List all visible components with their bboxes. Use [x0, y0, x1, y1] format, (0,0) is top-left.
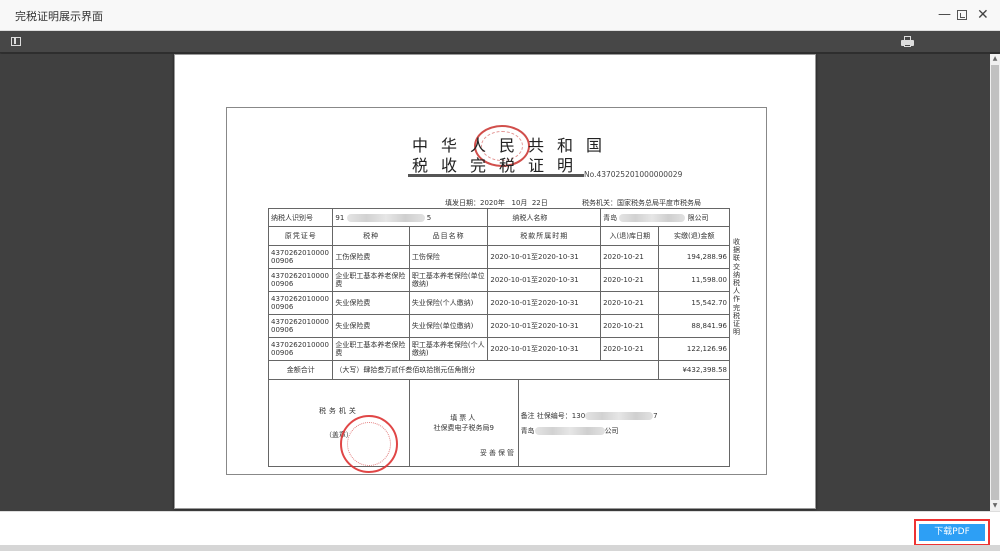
period-cell: 2020-10-01至2020-10-31	[487, 337, 602, 361]
tax-table: 纳税人识别号 91 5 纳税人名称 青岛 限公司 原凭证号 税种 品目名称 税款…	[267, 208, 731, 467]
item-cell: 失业保险(单位缴纳)	[408, 314, 489, 338]
table-row: 437026201000000906 企业职工基本养老保险费 职工基本养老保险(…	[267, 337, 730, 361]
remark-cell: 备注 社保编号：130 7 青岛 公司	[517, 379, 731, 467]
print-icon[interactable]	[901, 36, 914, 48]
period-cell: 2020-10-01至2020-10-31	[487, 291, 602, 315]
total-amount: ¥432,398.58	[658, 360, 730, 380]
col-amount: 实缴(退)金额	[658, 226, 730, 246]
tax-certificate: 中华人民共和国 税收完税证明 No.437025201000000029 填发日…	[226, 107, 767, 475]
col-tax-type: 税种	[332, 226, 410, 246]
tax-office-seal-stamp	[340, 415, 398, 473]
period-cell: 2020-10-01至2020-10-31	[487, 245, 602, 269]
tax-type-cell: 企业职工基本养老保险费	[332, 268, 410, 292]
fill-date: 填发日期：2020年 10月 22日	[445, 199, 548, 207]
date-cell: 2020-10-21	[600, 337, 660, 361]
item-cell: 职工基本养老保险(单位缴纳)	[408, 268, 489, 292]
download-pdf-button[interactable]: 下载PDF	[919, 524, 985, 541]
item-cell: 失业保险(个人缴纳)	[408, 291, 489, 315]
table-row: 437026201000000906 失业保险费 失业保险(个人缴纳) 2020…	[267, 291, 730, 315]
redacted-block	[534, 426, 605, 435]
amount-cell: 194,288.96	[658, 245, 730, 269]
redacted-block	[619, 213, 686, 222]
table-row: 437026201000000906 企业职工基本养老保险费 职工基本养老保险(…	[267, 268, 730, 292]
pdf-viewer: 中华人民共和国 税收完税证明 No.437025201000000029 填发日…	[0, 31, 1000, 511]
item-cell: 职工基本养老保险(个人缴纳)	[408, 337, 489, 361]
voucher-cell: 437026201000000906	[267, 314, 334, 338]
taxpayer-row: 纳税人识别号 91 5 纳税人名称 青岛 限公司	[267, 208, 730, 227]
date-cell: 2020-10-21	[600, 245, 660, 269]
certificate-viewer-window: 完税证明展示界面 — ✕ 中华人民共和国 税收完税证明 No.437025201…	[0, 0, 1000, 551]
scroll-down-icon[interactable]: ▼	[990, 501, 1000, 511]
window-bottom-edge	[0, 545, 1000, 551]
col-period: 税款所属时期	[487, 226, 602, 246]
certificate-heading-line2: 税收完税证明	[412, 156, 587, 175]
voucher-cell: 437026201000000906	[267, 268, 334, 292]
title-bar: 完税证明展示界面 — ✕	[0, 0, 1000, 31]
remark-line1: 备注 社保编号：130 7	[520, 411, 658, 420]
item-cell: 工伤保险	[408, 245, 489, 269]
scrollbar-thumb[interactable]	[991, 65, 999, 500]
taxpayer-name-label: 纳税人名称	[487, 208, 602, 227]
maximize-icon[interactable]	[957, 6, 967, 24]
col-voucher: 原凭证号	[267, 226, 334, 246]
tax-office: 税务机关：国家税务总局平度市税务局	[582, 199, 701, 207]
tax-office-seal-label: 税务机关	[318, 407, 359, 415]
redacted-block	[585, 411, 654, 420]
total-label: 金额合计	[267, 360, 334, 380]
viewer-toolbar	[0, 31, 1000, 53]
pdf-page: 中华人民共和国 税收完税证明 No.437025201000000029 填发日…	[174, 54, 816, 509]
tax-type-cell: 企业职工基本养老保险费	[332, 337, 410, 361]
document-scroll-area[interactable]: 中华人民共和国 税收完税证明 No.437025201000000029 填发日…	[0, 54, 990, 511]
taxpayer-name-value: 青岛 限公司	[600, 208, 730, 227]
total-row: 金额合计 （大写）肆拾叁万贰仟叁佰玖拾捌元伍角捌分 ¥432,398.58	[267, 360, 730, 380]
vertical-scrollbar[interactable]: ▲ ▼	[990, 54, 1000, 511]
taxpayer-id-value: 91 5	[332, 208, 489, 227]
certificate-number: No.437025201000000029	[584, 170, 683, 179]
remark-line2: 青岛 公司	[520, 426, 619, 435]
voucher-cell: 437026201000000906	[267, 337, 334, 361]
period-cell: 2020-10-01至2020-10-31	[487, 314, 602, 338]
window-title: 完税证明展示界面	[15, 10, 103, 23]
col-date: 入(退)库日期	[600, 226, 660, 246]
minimize-icon[interactable]: —	[938, 6, 951, 24]
filler-value: 社保费电子税务局9	[433, 424, 494, 432]
taxpayer-id-label: 纳税人识别号	[267, 208, 334, 227]
date-cell: 2020-10-21	[600, 268, 660, 292]
table-row: 437026201000000906 工伤保险费 工伤保险 2020-10-01…	[267, 245, 730, 269]
tax-type-cell: 失业保险费	[332, 314, 410, 338]
side-note: 收据联交纳税人作完税证明	[733, 238, 740, 337]
table-header: 原凭证号 税种 品目名称 税款所属时期 入(退)库日期 实缴(退)金额	[267, 226, 730, 246]
amount-cell: 88,841.96	[658, 314, 730, 338]
date-cell: 2020-10-21	[600, 314, 660, 338]
close-icon[interactable]: ✕	[977, 6, 989, 24]
heading-underline	[408, 174, 584, 177]
amount-cell: 122,126.96	[658, 337, 730, 361]
col-item: 品目名称	[408, 226, 489, 246]
tax-type-cell: 失业保险费	[332, 291, 410, 315]
download-highlight: 下载PDF	[914, 519, 990, 546]
amount-cell: 15,542.70	[658, 291, 730, 315]
keep-note: 妥善保管	[480, 449, 516, 457]
period-cell: 2020-10-01至2020-10-31	[487, 268, 602, 292]
filler-label: 填票人	[450, 414, 478, 422]
amount-cell: 11,598.00	[658, 268, 730, 292]
voucher-cell: 437026201000000906	[267, 245, 334, 269]
table-row: 437026201000000906 失业保险费 失业保险(单位缴纳) 2020…	[267, 314, 730, 338]
redacted-block	[346, 213, 425, 222]
sidebar-toggle-icon[interactable]	[11, 37, 21, 46]
scroll-up-icon[interactable]: ▲	[990, 54, 1000, 64]
voucher-cell: 437026201000000906	[267, 291, 334, 315]
tax-type-cell: 工伤保险费	[332, 245, 410, 269]
date-cell: 2020-10-21	[600, 291, 660, 315]
total-in-words: （大写）肆拾叁万贰仟叁佰玖拾捌元伍角捌分	[332, 360, 660, 380]
